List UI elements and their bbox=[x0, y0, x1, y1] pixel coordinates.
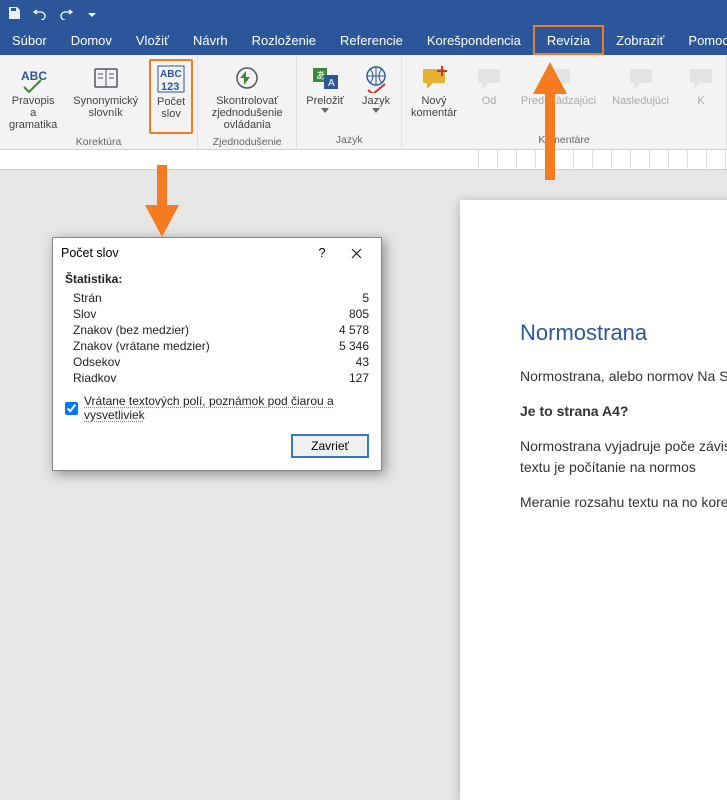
include-checkbox-row[interactable]: Vrátane textových polí, poznámok pod čia… bbox=[65, 394, 369, 422]
workspace: Normostrana Normostrana, alebo normov Na… bbox=[0, 170, 727, 605]
menu-zobraziť[interactable]: Zobraziť bbox=[604, 25, 676, 55]
stat-row: Riadkov127 bbox=[65, 370, 369, 386]
prelozit-icon: あA bbox=[309, 62, 341, 94]
novy-komentar-icon bbox=[418, 62, 450, 94]
word-count-dialog: Počet slov ? Štatistika: Strán5Slov805Zn… bbox=[52, 237, 382, 471]
stat-row: Strán5 bbox=[65, 290, 369, 306]
menu-korešpondencia[interactable]: Korešpondencia bbox=[415, 25, 533, 55]
ribbon: ABCPravopis agramatikaSynonymickýslovník… bbox=[0, 55, 727, 150]
menu-návrh[interactable]: Návrh bbox=[181, 25, 240, 55]
jazyk-button[interactable]: Jazyk bbox=[355, 59, 397, 132]
menu-domov[interactable]: Domov bbox=[59, 25, 124, 55]
menu-pomocník[interactable]: Pomocník bbox=[676, 25, 727, 55]
slovnik-icon bbox=[90, 62, 122, 94]
help-button[interactable]: ? bbox=[305, 238, 339, 268]
svg-text:ABC: ABC bbox=[21, 69, 47, 83]
doc-paragraph: Meranie rozsahu textu na no korektúrach … bbox=[520, 492, 727, 513]
doc-paragraph: Normostrana, alebo normov Na Slovensku a… bbox=[520, 366, 727, 387]
stat-row: Znakov (bez medzier)4 578 bbox=[65, 322, 369, 338]
close-button[interactable]: Zavrieť bbox=[291, 434, 369, 458]
pocet-slov-icon: ABC123 bbox=[155, 63, 187, 95]
ribbon-group-label: Korektúra bbox=[4, 134, 193, 151]
menu-súbor[interactable]: Súbor bbox=[0, 25, 59, 55]
arrow-annotation bbox=[533, 62, 567, 180]
odstranit-icon bbox=[473, 62, 505, 94]
redo-icon[interactable] bbox=[58, 5, 74, 21]
dialog-title: Počet slov bbox=[61, 246, 119, 260]
pravopis-button[interactable]: ABCPravopis agramatika bbox=[4, 59, 62, 134]
stats-heading: Štatistika: bbox=[65, 272, 369, 286]
stat-row: Znakov (vrátane medzier)5 346 bbox=[65, 338, 369, 354]
novy-komentar-button[interactable]: Novýkomentár bbox=[406, 59, 462, 132]
dialog-titlebar: Počet slov ? bbox=[53, 238, 381, 268]
undo-icon[interactable] bbox=[32, 5, 48, 21]
menu-vložiť[interactable]: Vložiť bbox=[124, 25, 181, 55]
nasledujuci-button[interactable]: Nasledujúci bbox=[607, 59, 674, 132]
menu-revízia[interactable]: Revízia bbox=[533, 25, 604, 55]
close-icon[interactable] bbox=[339, 238, 373, 268]
skontrolovat-icon bbox=[231, 62, 263, 94]
document-page: Normostrana Normostrana, alebo normov Na… bbox=[460, 200, 727, 800]
svg-text:123: 123 bbox=[161, 81, 179, 93]
menubar: SúborDomovVložiťNávrhRozloženieReferenci… bbox=[0, 25, 727, 55]
stat-row: Odsekov43 bbox=[65, 354, 369, 370]
slovnik-button[interactable]: Synonymickýslovník bbox=[68, 59, 143, 134]
menu-rozloženie[interactable]: Rozloženie bbox=[240, 25, 328, 55]
nasledujuci-icon bbox=[625, 62, 657, 94]
zobrazit-komentare-button[interactable]: K bbox=[680, 59, 722, 132]
zobrazit-komentare-icon bbox=[685, 62, 717, 94]
prelozit-button[interactable]: あAPreložiť bbox=[301, 59, 349, 132]
qat-customize-icon[interactable] bbox=[84, 5, 100, 21]
svg-text:ABC: ABC bbox=[160, 69, 182, 80]
stat-row: Slov805 bbox=[65, 306, 369, 322]
include-checkbox-label: Vrátane textových polí, poznámok pod čia… bbox=[84, 394, 369, 422]
include-checkbox[interactable] bbox=[65, 402, 78, 415]
menu-referencie[interactable]: Referencie bbox=[328, 25, 415, 55]
svg-text:A: A bbox=[328, 78, 335, 89]
pocet-slov-button[interactable]: ABC123Početslov bbox=[149, 59, 193, 134]
save-icon[interactable] bbox=[6, 5, 22, 21]
doc-subheading: Je to strana A4? bbox=[520, 401, 727, 422]
pravopis-icon: ABC bbox=[17, 62, 49, 94]
ribbon-group-label: Jazyk bbox=[301, 132, 397, 149]
doc-paragraph: Normostrana vyjadruje poče závislosti od… bbox=[520, 436, 727, 478]
ruler bbox=[0, 150, 727, 170]
arrow-annotation bbox=[145, 165, 179, 237]
skontrolovat-button[interactable]: Skontrolovaťzjednodušenie ovládania bbox=[202, 59, 292, 134]
doc-heading: Normostrana bbox=[520, 320, 727, 346]
titlebar bbox=[0, 0, 727, 25]
odstranit-button[interactable]: Od bbox=[468, 59, 510, 132]
jazyk-icon bbox=[360, 62, 392, 94]
